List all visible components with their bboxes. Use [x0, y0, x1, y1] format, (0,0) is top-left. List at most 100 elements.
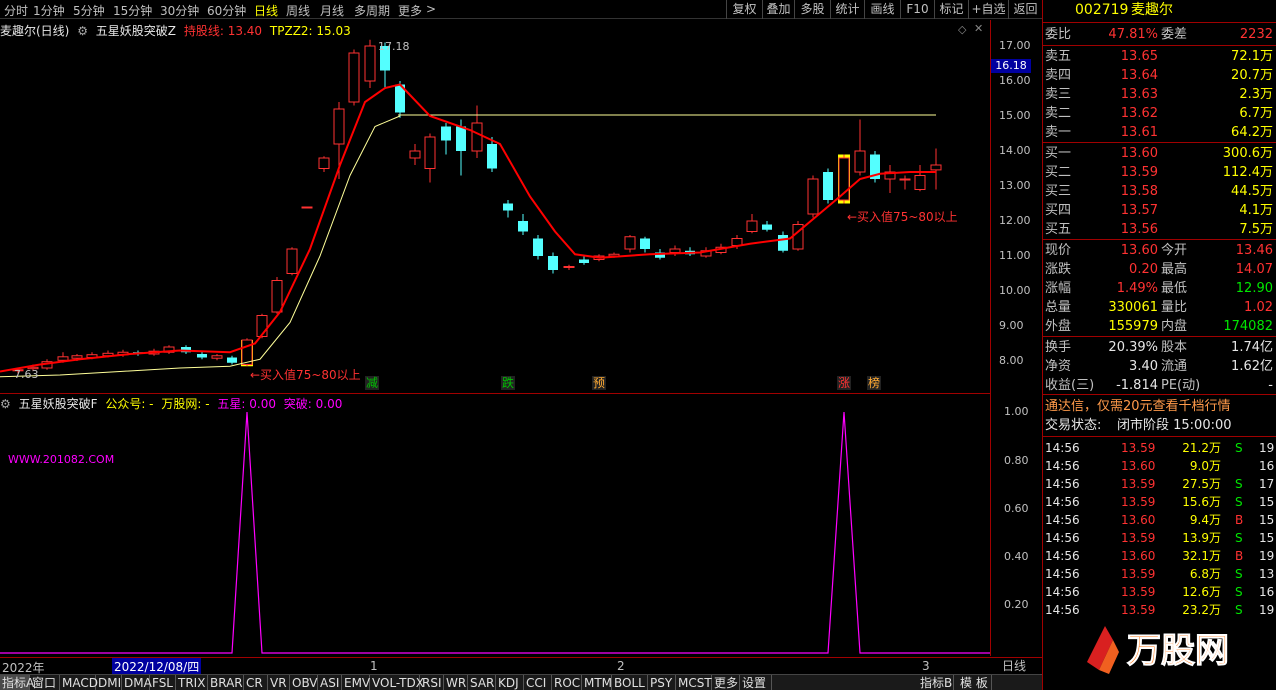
period-tab-week[interactable]: 周线	[286, 2, 310, 19]
restore-rights-button[interactable]: 复权	[726, 0, 762, 19]
indicator-tab-11[interactable]: ASI	[318, 675, 342, 690]
stat-value: 13.46	[1235, 243, 1273, 258]
statistics-button[interactable]: 统计	[830, 0, 864, 19]
tick-time: 14:56	[1045, 495, 1080, 509]
indicator-tab-27[interactable]: 模 板	[958, 675, 992, 690]
cursor-date: 2022/12/08/四	[112, 658, 202, 675]
tick-row: 14:56 13.59 27.5万 S 17	[1045, 475, 1275, 493]
indicator-tab-20[interactable]: MTM	[582, 675, 612, 690]
tick-time: 14:56	[1045, 531, 1080, 545]
bid-label: 买五	[1045, 222, 1072, 237]
indicator-tab-13[interactable]: VOL-TDX	[370, 675, 424, 690]
stat-label: 外盘	[1045, 319, 1072, 334]
period-tab-day[interactable]: 日线	[254, 2, 278, 19]
ask-row: 卖二 13.62 6.7万	[1045, 105, 1275, 122]
indicator-tab-1[interactable]: 窗口	[30, 675, 60, 690]
candle-body-up	[746, 220, 758, 232]
signal-tag: 预	[593, 376, 605, 390]
indicator-tab-25[interactable]: 设置	[740, 675, 772, 690]
candle-body-down	[503, 203, 513, 211]
indicator-tab-12[interactable]: EMV	[342, 675, 370, 690]
indicator-tab-24[interactable]: 更多	[712, 675, 740, 690]
tick-count: 16	[1259, 459, 1275, 473]
stat-label: 量比	[1161, 300, 1188, 315]
candle-body-down	[579, 259, 589, 263]
tick-volume: 12.6万	[1182, 585, 1221, 599]
indicator-tab-4[interactable]: DMA	[122, 675, 152, 690]
sub-axis-label: 0.20	[1004, 598, 1029, 611]
indicator-tab-23[interactable]: MCST	[676, 675, 712, 690]
overlay-button[interactable]: 叠加	[762, 0, 794, 19]
ask-price: 13.61	[1120, 125, 1158, 140]
indicator-tab-22[interactable]: PSY	[648, 675, 676, 690]
indicator-tab-7[interactable]: BRAR	[208, 675, 244, 690]
tpzz2-line	[0, 115, 401, 378]
ask-price: 13.64	[1120, 68, 1158, 83]
indicator-tab-19[interactable]: ROC	[552, 675, 582, 690]
period-tab-60min[interactable]: 60分钟	[207, 2, 246, 19]
promo-banner[interactable]: 通达信，仅需20元查看千档行情	[1045, 398, 1275, 415]
candle-body-down	[778, 235, 788, 251]
multi-stock-button[interactable]: 多股	[794, 0, 830, 19]
period-tab-month[interactable]: 月线	[320, 2, 344, 19]
candle-body-up	[333, 108, 345, 145]
stat-row: 总量 330061 量比 1.02	[1045, 299, 1275, 316]
period-tab-fenshi[interactable]: 分时	[4, 2, 28, 19]
bid-label: 买一	[1045, 146, 1072, 161]
draw-line-button[interactable]: 画线	[864, 0, 900, 19]
indicator-tab-18[interactable]: CCI	[524, 675, 552, 690]
period-tab-15min[interactable]: 15分钟	[113, 2, 152, 19]
indicator-tab-16[interactable]: SAR	[468, 675, 496, 690]
period-tab-more[interactable]: 更多	[398, 2, 422, 19]
chevron-right-icon[interactable]: >	[426, 2, 436, 16]
period-tab-5min[interactable]: 5分钟	[73, 2, 105, 19]
kline-chart[interactable]: 麦趣尔(日线) ⚙ 五星妖股突破Z 持股线: 13.40 TPZZ2: 15.0…	[0, 20, 990, 391]
indicator-tab-3[interactable]: DMI	[96, 675, 122, 690]
stat-label: 最高	[1161, 262, 1188, 277]
f10-button[interactable]: F10	[900, 0, 934, 19]
indicator-tab-10[interactable]: OBV	[290, 675, 318, 690]
indicator-tab-2[interactable]: MACD	[60, 675, 98, 690]
indicator-tab-0[interactable]: 指标A	[0, 675, 34, 690]
bid-row: 买四 13.57 4.1万	[1045, 202, 1275, 219]
candle-body-up	[318, 157, 330, 169]
weicha-label: 委差	[1161, 27, 1188, 42]
indicator-tab-26[interactable]: 指标B	[918, 675, 954, 690]
quote-panel: 002719 麦趣尔 委比 47.81% 委差 2232 卖五 13.65 72.1…	[1042, 0, 1276, 690]
period-tab-30min[interactable]: 30分钟	[160, 2, 199, 19]
indicator-tab-21[interactable]: BOLL	[612, 675, 648, 690]
back-button[interactable]: 返回	[1008, 0, 1042, 19]
indicator-tab-15[interactable]: WR	[444, 675, 468, 690]
sub-indicator-chart[interactable]: ⚙ 五星妖股突破F 公众号: - 万股网: - 五星: 0.00 突破: 0.0…	[0, 393, 990, 655]
tick-count: 19	[1259, 441, 1275, 455]
ask-volume: 2.3万	[1239, 87, 1273, 102]
tick-count: 16	[1259, 585, 1275, 599]
stat-row: 外盘 155979 内盘 174082	[1045, 318, 1275, 335]
indicator-tab-6[interactable]: TRIX	[176, 675, 208, 690]
fundamental-row: 换手 20.39% 股本 1.74亿	[1045, 339, 1275, 356]
stat-label: 内盘	[1161, 319, 1188, 334]
indicator-tab-17[interactable]: KDJ	[496, 675, 524, 690]
indicator-tab-5[interactable]: FSL	[150, 675, 176, 690]
period-tab-1min[interactable]: 1分钟	[33, 2, 65, 19]
tick-price: 13.59	[1121, 477, 1156, 491]
indicator-tab-14[interactable]: RSI	[420, 675, 444, 690]
stock-code: 002719	[1075, 2, 1129, 18]
indicator-tab-9[interactable]: VR	[268, 675, 290, 690]
ask-volume: 6.7万	[1239, 106, 1273, 121]
candle-body-up	[241, 339, 253, 365]
tick-time: 14:56	[1045, 585, 1080, 599]
tick-volume: 6.8万	[1189, 567, 1221, 581]
indicator-tab-8[interactable]: CR	[244, 675, 268, 690]
mark-button[interactable]: 标记	[934, 0, 968, 19]
period-tab-multi[interactable]: 多周期	[354, 2, 390, 19]
price-axis-label: 17.00	[999, 39, 1031, 52]
tick-count: 15	[1259, 531, 1275, 545]
price-axis: 17.00 16.00 15.00 14.00 13.00 12.00 11.00 10.00…	[990, 20, 1042, 673]
ask-label: 卖五	[1045, 49, 1072, 64]
tick-row: 14:56 13.59 21.2万 S 19	[1045, 439, 1275, 457]
candle-body-up	[854, 150, 866, 173]
tick-side: S	[1235, 495, 1243, 509]
candle-body-up	[899, 178, 911, 181]
add-watchlist-button[interactable]: +自选	[968, 0, 1008, 19]
